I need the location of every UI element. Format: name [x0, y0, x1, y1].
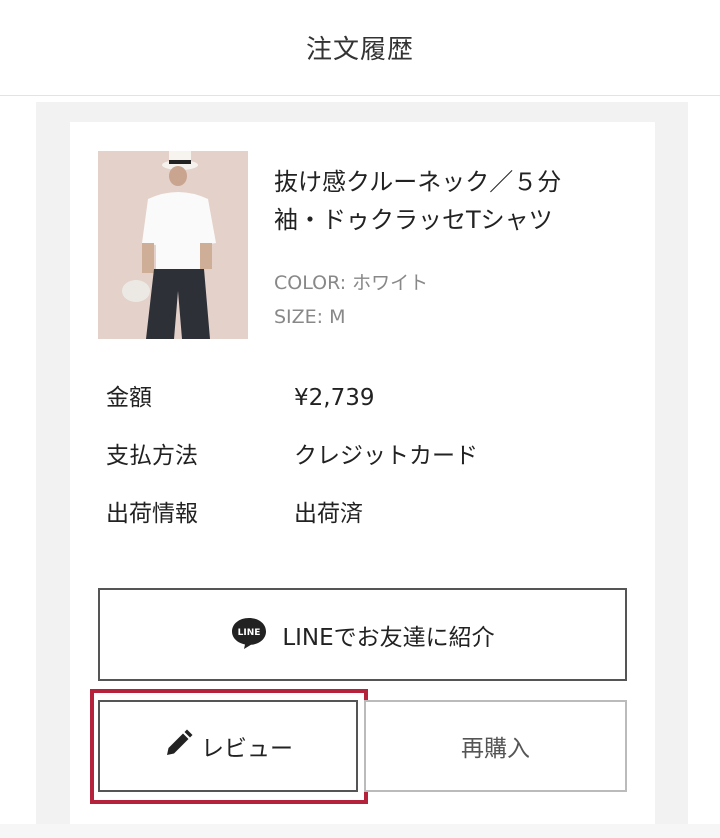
detail-label: 金額 [106, 385, 152, 411]
page-title: 注文履歴 [305, 35, 414, 65]
rebuy-label: 再購入 [461, 736, 530, 762]
review-button[interactable]: レビュー [98, 700, 358, 792]
product-name-line1: 抜け感クルーネック／５分 [274, 168, 562, 196]
page-header: 注文履歴 [0, 0, 720, 96]
product-name[interactable]: 抜け感クルーネック／５分 袖・ドゥクラッセTシャツ [274, 163, 614, 239]
rebuy-button[interactable]: 再購入 [364, 700, 627, 792]
pencil-icon [163, 729, 193, 763]
detail-label: 支払方法 [106, 443, 198, 469]
review-label: レビュー [201, 736, 293, 762]
detail-row-payment: 支払方法 クレジットカード [106, 438, 626, 474]
detail-value: クレジットカード [294, 443, 478, 469]
detail-value: 出荷済 [294, 501, 363, 527]
detail-row-amount: 金額 ¥2,739 [106, 380, 626, 416]
line-share-button[interactable]: LINE LINEでお友達に紹介 [98, 588, 627, 681]
line-share-label: LINEでお友達に紹介 [282, 624, 495, 651]
svg-text:LINE: LINE [238, 628, 261, 638]
line-logo-icon: LINE [230, 616, 268, 654]
detail-row-shipping: 出荷情報 出荷済 [106, 496, 626, 532]
detail-label: 出荷情報 [106, 501, 198, 527]
product-name-line2: 袖・ドゥクラッセTシャツ [274, 206, 553, 234]
product-size: SIZE: M [274, 306, 346, 328]
product-image[interactable] [98, 151, 248, 339]
bottom-strip [0, 824, 720, 838]
detail-value: ¥2,739 [294, 385, 375, 411]
product-color: COLOR: ホワイト [274, 272, 429, 294]
